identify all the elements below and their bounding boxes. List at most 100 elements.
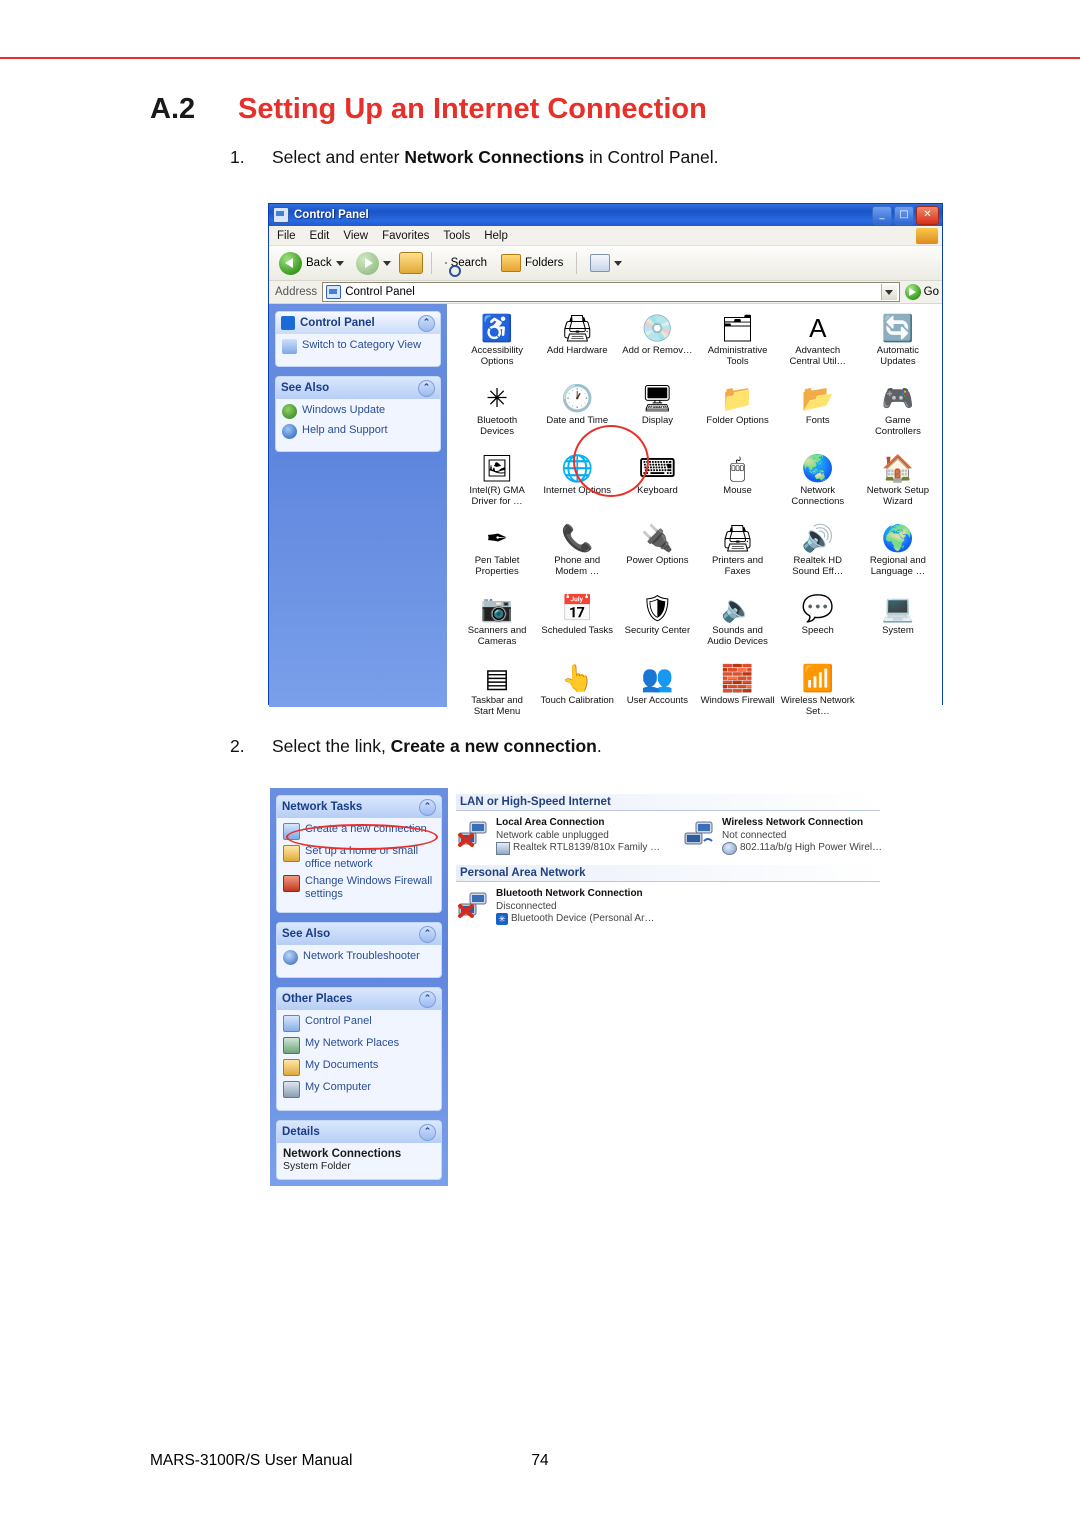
back-dropdown-icon[interactable] bbox=[335, 260, 344, 266]
control-panel-icon[interactable]: ✒ Pen Tablet Properties bbox=[457, 522, 537, 586]
control-panel-menubar: File Edit View Favorites Tools Help bbox=[269, 226, 942, 246]
place-control-panel[interactable]: Control Panel bbox=[283, 1015, 437, 1032]
control-panel-icon[interactable]: 📞 Phone and Modem … bbox=[537, 522, 617, 586]
control-panel-icon[interactable]: 🌐 Internet Options bbox=[537, 452, 617, 516]
up-folder-icon[interactable] bbox=[398, 252, 423, 274]
control-panel-icon[interactable]: 🛡 Security Center bbox=[617, 592, 697, 656]
task-change-firewall-settings[interactable]: Change Windows Firewall settings bbox=[283, 875, 437, 900]
address-value: Control Panel bbox=[345, 286, 415, 298]
menu-help[interactable]: Help bbox=[484, 230, 508, 242]
control-panel-icon[interactable]: 👆 Touch Calibration bbox=[537, 662, 617, 726]
toolbar-separator-2 bbox=[576, 252, 578, 274]
views-dropdown-icon[interactable] bbox=[614, 260, 623, 266]
control-panel-icon[interactable]: 🧱 Windows Firewall bbox=[697, 662, 777, 726]
control-panel-item-icon: ⌨ bbox=[638, 453, 677, 483]
control-panel-icon[interactable]: 🔄 Automatic Updates bbox=[858, 312, 938, 376]
menu-favorites[interactable]: Favorites bbox=[382, 230, 429, 242]
control-panel-icon[interactable]: 🌍 Regional and Language … bbox=[858, 522, 938, 586]
control-panel-icon[interactable]: ✳ Bluetooth Devices bbox=[457, 382, 537, 446]
control-panel-icon[interactable]: 🖨 Printers and Faxes bbox=[697, 522, 777, 586]
collapse-icon[interactable]: ⌃ bbox=[418, 314, 435, 332]
connection-bluetooth[interactable]: Bluetooth Network Connection Disconnecte… bbox=[456, 888, 668, 926]
place-my-network-places[interactable]: My Network Places bbox=[283, 1037, 437, 1054]
control-panel-icon[interactable]: 📂 Fonts bbox=[778, 382, 858, 446]
control-panel-icon[interactable]: 🕐 Date and Time bbox=[537, 382, 617, 446]
network-tasks-collapse-icon[interactable]: ⌃ bbox=[419, 798, 436, 816]
control-panel-icon[interactable]: 💬 Speech bbox=[778, 592, 858, 656]
connection-local-area[interactable]: Local Area Connection Network cable unpl… bbox=[456, 817, 664, 855]
connection-wireless[interactable]: Wireless Network Connection Not connecte… bbox=[682, 817, 890, 855]
control-panel-icon[interactable]: 🔌 Power Options bbox=[617, 522, 697, 586]
control-panel-icon[interactable]: 🏠 Network Setup Wizard bbox=[858, 452, 938, 516]
windows-update-label: Windows Update bbox=[302, 404, 386, 416]
nic-icon bbox=[496, 842, 510, 855]
control-panel-icon[interactable]: A Advantech Central Util… bbox=[778, 312, 858, 376]
control-panel-icon[interactable]: 👥 User Accounts bbox=[617, 662, 697, 726]
place-my-computer[interactable]: My Computer bbox=[283, 1081, 437, 1098]
address-input[interactable]: Control Panel bbox=[322, 282, 900, 302]
control-panel-icon[interactable]: 📶 Wireless Network Set… bbox=[778, 662, 858, 726]
control-panel-icon[interactable]: 🖥 Display bbox=[617, 382, 697, 446]
views-button[interactable] bbox=[585, 252, 627, 274]
wireless-adapter-icon bbox=[722, 842, 737, 855]
control-panel-icon[interactable]: 💻 System bbox=[858, 592, 938, 656]
control-panel-item-label: Intel(R) GMA Driver for … bbox=[469, 485, 525, 507]
menu-tools[interactable]: Tools bbox=[443, 230, 470, 242]
control-panel-icon[interactable]: 🔊 Realtek HD Sound Eff… bbox=[778, 522, 858, 586]
details-collapse-icon[interactable]: ⌃ bbox=[419, 1123, 436, 1141]
control-panel-icon[interactable]: 📅 Scheduled Tasks bbox=[537, 592, 617, 656]
control-panel-icon[interactable]: 🗂 Administrative Tools bbox=[697, 312, 777, 376]
maximize-button[interactable]: □ bbox=[894, 206, 914, 225]
sidebar-item-help-and-support[interactable]: Help and Support bbox=[282, 424, 436, 439]
control-panel-icon[interactable]: 🌏 Network Connections bbox=[778, 452, 858, 516]
forward-button[interactable] bbox=[352, 250, 395, 277]
window-buttons: _ □ ✕ bbox=[872, 206, 939, 225]
control-panel-icon[interactable]: 🖨 Add Hardware bbox=[537, 312, 617, 376]
control-panel-icon[interactable]: 📁 Folder Options bbox=[697, 382, 777, 446]
menu-view[interactable]: View bbox=[343, 230, 368, 242]
control-panel-item-icon: 💬 bbox=[801, 593, 834, 623]
troubleshooter-label: Network Troubleshooter bbox=[303, 950, 420, 962]
control-panel-icon[interactable]: ♿ Accessibility Options bbox=[457, 312, 537, 376]
address-dropdown-icon[interactable] bbox=[880, 284, 897, 300]
my-computer-icon bbox=[283, 1081, 300, 1098]
search-button[interactable]: Search bbox=[440, 255, 492, 277]
control-panel-icon[interactable]: 💿 Add or Remov… bbox=[617, 312, 697, 376]
control-panel-icon[interactable]: 📷 Scanners and Cameras bbox=[457, 592, 537, 656]
help-icon bbox=[282, 424, 297, 439]
other-places-collapse-icon[interactable]: ⌃ bbox=[419, 990, 436, 1008]
control-panel-item-label: Internet Options bbox=[543, 485, 612, 496]
local-area-connection-status: Network cable unplugged bbox=[496, 829, 609, 841]
place-my-documents[interactable]: My Documents bbox=[283, 1059, 437, 1076]
control-panel-icon[interactable]: 🖱 Mouse bbox=[697, 452, 777, 516]
go-icon bbox=[904, 284, 921, 300]
control-panel-icon[interactable]: 🔈 Sounds and Audio Devices bbox=[697, 592, 777, 656]
control-panel-item-label: Automatic Updates bbox=[876, 345, 920, 367]
switch-to-category-view[interactable]: Switch to Category View bbox=[282, 339, 436, 354]
close-button[interactable]: ✕ bbox=[916, 206, 939, 225]
forward-dropdown-icon[interactable] bbox=[382, 260, 391, 266]
local-area-connection-text: Local Area Connection Network cable unpl… bbox=[496, 817, 660, 855]
menu-edit[interactable]: Edit bbox=[310, 230, 330, 242]
folders-button[interactable]: Folders bbox=[496, 252, 568, 274]
control-panel-icon[interactable]: ⌨ Keyboard bbox=[617, 452, 697, 516]
minimize-button[interactable]: _ bbox=[872, 206, 892, 225]
control-panel-item-icon: 🌍 bbox=[881, 523, 915, 553]
task-setup-home-network[interactable]: Set up a home or small office network bbox=[283, 845, 437, 870]
header-rule bbox=[0, 57, 1080, 59]
control-panel-icon[interactable]: ▤ Taskbar and Start Menu bbox=[457, 662, 537, 726]
network-connections-sidebar: Network Tasks ⌃ Create a new connection … bbox=[270, 788, 448, 1186]
sidebar-item-network-troubleshooter[interactable]: Network Troubleshooter bbox=[283, 950, 437, 965]
nc-see-also-collapse-icon[interactable]: ⌃ bbox=[419, 925, 436, 943]
control-panel-icon[interactable]: 🖼 Intel(R) GMA Driver for … bbox=[457, 452, 537, 516]
go-button[interactable]: Go bbox=[904, 284, 939, 300]
control-panel-item-label: Fonts bbox=[805, 415, 830, 426]
back-button[interactable]: Back bbox=[275, 250, 348, 277]
details-panel: Details ⌃ Network Connections System Fol… bbox=[276, 1120, 442, 1180]
control-panel-icon[interactable]: 🎮 Game Controllers bbox=[858, 382, 938, 446]
sidebar-item-windows-update[interactable]: Windows Update bbox=[282, 404, 436, 419]
control-panel-icon-grid: ♿ Accessibility Options 🖨 Add Hardware 💿 Add … bbox=[447, 304, 942, 716]
see-also-collapse-icon[interactable]: ⌃ bbox=[418, 379, 435, 397]
task-create-new-connection[interactable]: Create a new connection bbox=[283, 823, 437, 840]
menu-file[interactable]: File bbox=[277, 230, 296, 242]
